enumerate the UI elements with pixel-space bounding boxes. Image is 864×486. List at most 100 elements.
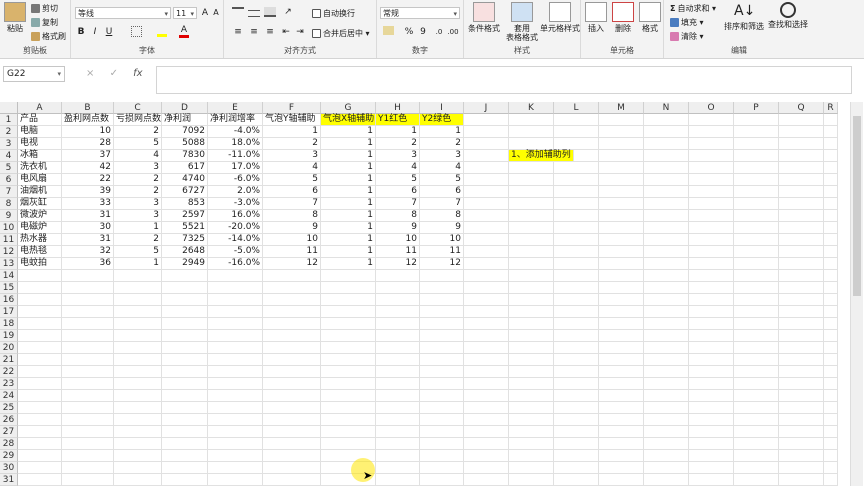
row-header-11[interactable]: 11 — [0, 234, 18, 246]
cell-Q20[interactable] — [779, 342, 824, 354]
cell-O27[interactable] — [689, 426, 734, 438]
cell-R19[interactable] — [824, 330, 838, 342]
cell-C24[interactable] — [114, 390, 162, 402]
cell-E23[interactable] — [208, 378, 263, 390]
cell-N5[interactable] — [644, 162, 689, 174]
cell-H25[interactable] — [376, 402, 420, 414]
cell-styles-button[interactable]: 单元格样式 — [540, 2, 580, 33]
cell-B8[interactable]: 33 — [62, 198, 114, 210]
vertical-scrollbar[interactable] — [850, 102, 863, 486]
cell-D26[interactable] — [162, 414, 208, 426]
cell-N18[interactable] — [644, 318, 689, 330]
cell-Q7[interactable] — [779, 186, 824, 198]
cell-M12[interactable] — [599, 246, 644, 258]
row-header-12[interactable]: 12 — [0, 246, 18, 258]
cell-H20[interactable] — [376, 342, 420, 354]
cell-Q9[interactable] — [779, 210, 824, 222]
cell-M19[interactable] — [599, 330, 644, 342]
cell-D28[interactable] — [162, 438, 208, 450]
cell-Q31[interactable] — [779, 474, 824, 486]
cell-M14[interactable] — [599, 270, 644, 282]
cell-B15[interactable] — [62, 282, 114, 294]
cell-K9[interactable] — [509, 210, 554, 222]
cell-Q18[interactable] — [779, 318, 824, 330]
cell-G28[interactable] — [321, 438, 376, 450]
row-header-13[interactable]: 13 — [0, 258, 18, 270]
cell-A21[interactable] — [18, 354, 62, 366]
column-header-m[interactable]: M — [599, 102, 644, 114]
currency-icon[interactable] — [383, 26, 394, 35]
cell-J20[interactable] — [464, 342, 509, 354]
cell-D10[interactable]: 5521 — [162, 222, 208, 234]
cell-C11[interactable]: 2 — [114, 234, 162, 246]
column-header-e[interactable]: E — [208, 102, 263, 114]
cell-Q19[interactable] — [779, 330, 824, 342]
cell-B10[interactable]: 30 — [62, 222, 114, 234]
align-right-icon[interactable]: ≡ — [264, 26, 276, 38]
cell-B21[interactable] — [62, 354, 114, 366]
cell-P20[interactable] — [734, 342, 779, 354]
cell-P15[interactable] — [734, 282, 779, 294]
cell-B28[interactable] — [62, 438, 114, 450]
cell-E19[interactable] — [208, 330, 263, 342]
cell-G12[interactable]: 1 — [321, 246, 376, 258]
column-header-h[interactable]: H — [376, 102, 420, 114]
cell-D18[interactable] — [162, 318, 208, 330]
merge-center-button[interactable]: 合并后居中 ▾ — [312, 28, 370, 39]
cell-O3[interactable] — [689, 138, 734, 150]
cell-H2[interactable]: 1 — [376, 126, 420, 138]
cell-B12[interactable]: 32 — [62, 246, 114, 258]
cell-M17[interactable] — [599, 306, 644, 318]
cell-J18[interactable] — [464, 318, 509, 330]
cell-H29[interactable] — [376, 450, 420, 462]
cell-I12[interactable]: 11 — [420, 246, 464, 258]
cell-H4[interactable]: 3 — [376, 150, 420, 162]
cell-D17[interactable] — [162, 306, 208, 318]
cell-Q15[interactable] — [779, 282, 824, 294]
cell-O2[interactable] — [689, 126, 734, 138]
cell-I28[interactable] — [420, 438, 464, 450]
cell-G19[interactable] — [321, 330, 376, 342]
cell-E18[interactable] — [208, 318, 263, 330]
cell-H31[interactable] — [376, 474, 420, 486]
row-header-30[interactable]: 30 — [0, 462, 18, 474]
cell-Q25[interactable] — [779, 402, 824, 414]
cell-O4[interactable] — [689, 150, 734, 162]
cell-N1[interactable] — [644, 114, 689, 126]
cell-F14[interactable] — [263, 270, 321, 282]
cell-R4[interactable] — [824, 150, 838, 162]
cell-C7[interactable]: 2 — [114, 186, 162, 198]
cell-G22[interactable] — [321, 366, 376, 378]
cell-R8[interactable] — [824, 198, 838, 210]
cell-M13[interactable] — [599, 258, 644, 270]
cell-N30[interactable] — [644, 462, 689, 474]
cell-B4[interactable]: 37 — [62, 150, 114, 162]
align-top-icon[interactable] — [232, 7, 244, 15]
cell-K18[interactable] — [509, 318, 554, 330]
cell-H10[interactable]: 9 — [376, 222, 420, 234]
row-header-1[interactable]: 1 — [0, 114, 18, 126]
cell-H11[interactable]: 10 — [376, 234, 420, 246]
cell-Q17[interactable] — [779, 306, 824, 318]
cell-O8[interactable] — [689, 198, 734, 210]
cell-B7[interactable]: 39 — [62, 186, 114, 198]
cell-M3[interactable] — [599, 138, 644, 150]
row-header-25[interactable]: 25 — [0, 402, 18, 414]
column-header-a[interactable]: A — [18, 102, 62, 114]
cell-G26[interactable] — [321, 414, 376, 426]
align-center-icon[interactable]: ≡ — [248, 26, 260, 38]
cell-K7[interactable] — [509, 186, 554, 198]
cell-D8[interactable]: 853 — [162, 198, 208, 210]
cell-H18[interactable] — [376, 318, 420, 330]
column-header-i[interactable]: I — [420, 102, 464, 114]
row-header-22[interactable]: 22 — [0, 366, 18, 378]
cell-D7[interactable]: 6727 — [162, 186, 208, 198]
cell-C5[interactable]: 3 — [114, 162, 162, 174]
cell-O12[interactable] — [689, 246, 734, 258]
cell-O25[interactable] — [689, 402, 734, 414]
cell-Q26[interactable] — [779, 414, 824, 426]
cell-M31[interactable] — [599, 474, 644, 486]
cell-D27[interactable] — [162, 426, 208, 438]
increase-indent-icon[interactable]: ⇥ — [294, 26, 306, 38]
cell-N23[interactable] — [644, 378, 689, 390]
